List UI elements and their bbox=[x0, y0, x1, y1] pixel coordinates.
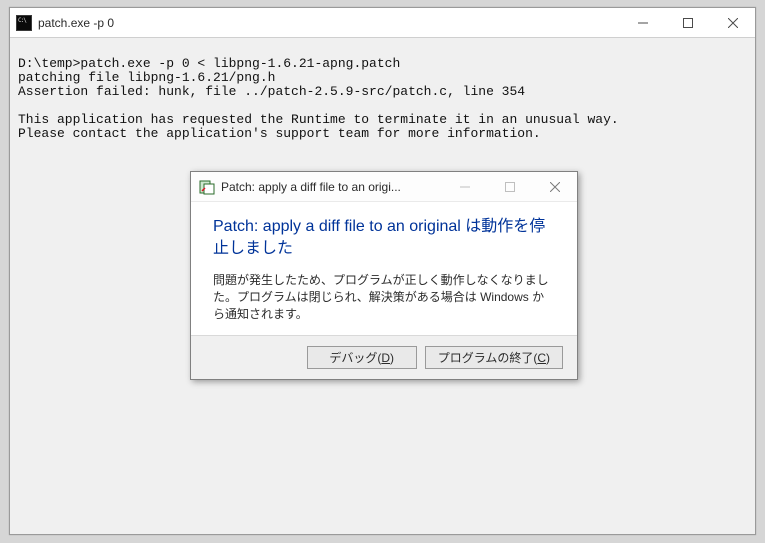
dialog-titlebar[interactable]: Patch: apply a diff file to an origi... bbox=[191, 172, 577, 202]
app-icon bbox=[199, 179, 215, 195]
dialog-body: Patch: apply a diff file to an original … bbox=[191, 202, 577, 335]
maximize-button[interactable] bbox=[665, 8, 710, 37]
crash-dialog: Patch: apply a diff file to an origi... … bbox=[190, 171, 578, 380]
close-program-button[interactable]: プログラムの終了(C) bbox=[425, 346, 563, 369]
close-program-button-label: プログラムの終了(C) bbox=[438, 349, 550, 366]
dialog-buttonbar: デバッグ(D) プログラムの終了(C) bbox=[191, 335, 577, 379]
maximize-button bbox=[487, 172, 532, 201]
dialog-window-controls bbox=[442, 172, 577, 201]
dialog-title: Patch: apply a diff file to an origi... bbox=[221, 180, 442, 194]
debug-button[interactable]: デバッグ(D) bbox=[307, 346, 417, 369]
console-title: patch.exe -p 0 bbox=[38, 16, 620, 30]
minimize-button[interactable] bbox=[620, 8, 665, 37]
console-titlebar[interactable]: patch.exe -p 0 bbox=[10, 8, 755, 38]
close-button[interactable] bbox=[710, 8, 755, 37]
console-window-controls bbox=[620, 8, 755, 37]
cmd-icon bbox=[16, 15, 32, 31]
dialog-headline: Patch: apply a diff file to an original … bbox=[213, 216, 555, 260]
minimize-button bbox=[442, 172, 487, 201]
close-button[interactable] bbox=[532, 172, 577, 201]
debug-button-label: デバッグ(D) bbox=[329, 349, 394, 366]
dialog-message: 問題が発生したため、プログラムが正しく動作しなくなりました。プログラムは閉じられ… bbox=[213, 272, 555, 323]
